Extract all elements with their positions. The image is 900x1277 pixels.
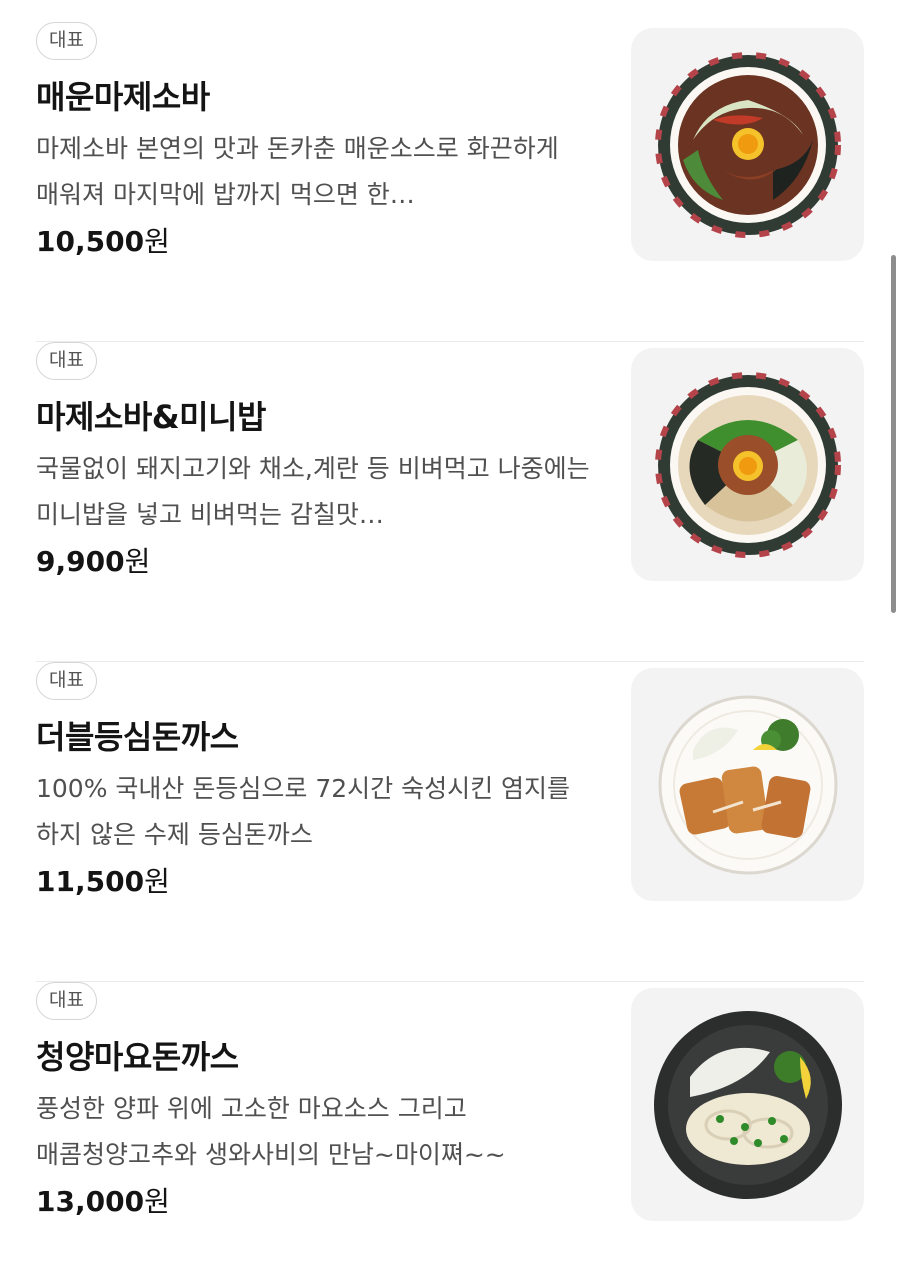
menu-item-price: 10,500원 — [36, 220, 170, 260]
price-amount: 11,500 — [36, 865, 145, 898]
menu-item-description: 국물없이 돼지고기와 채소,계란 등 비벼먹고 나중에는 미니밥을 넣고 비벼먹… — [36, 454, 590, 529]
menu-item[interactable]: 대표 마제소바&미니밥 국물없이 돼지고기와 채소,계란 등 비벼먹고 나중에는… — [36, 342, 864, 662]
mayo-cutlet-plate-icon — [653, 1010, 842, 1199]
menu-item-image[interactable] — [631, 988, 864, 1221]
menu-item-image[interactable] — [631, 28, 864, 261]
menu-item[interactable]: 대표 청양마요돈까스 풍성한 양파 위에 고소한 마요소스 그리고 매콤청양고추… — [36, 982, 864, 1277]
menu-item-price: 13,000원 — [36, 1180, 170, 1220]
menu-item-description: 100% 국내산 돈등심으로 72시간 숙성시킨 염지를 하지 않은 수제 등심… — [36, 774, 571, 849]
price-currency: 원 — [144, 225, 170, 258]
price-currency: 원 — [124, 545, 151, 578]
menu-item-price: 11,500원 — [36, 860, 170, 900]
menu-item-name: 마제소바&미니밥 — [36, 398, 267, 436]
signature-badge: 대표 — [36, 22, 97, 60]
menu-item-image[interactable] — [631, 348, 864, 581]
pork-cutlet-plate-icon — [658, 695, 837, 874]
price-amount: 13,000 — [36, 1185, 145, 1218]
price-currency: 원 — [144, 865, 170, 898]
menu-item[interactable]: 대표 매운마제소바 마제소바 본연의 맛과 돈카춘 매운소스로 화끈하게 매워져… — [36, 22, 864, 342]
menu-item-image[interactable] — [631, 668, 864, 901]
price-currency: 원 — [144, 1185, 170, 1218]
menu-item-description: 마제소바 본연의 맛과 돈카춘 매운소스로 화끈하게 매워져 마지막에 밥까지 … — [36, 134, 559, 209]
spicy-mazesoba-bowl-icon — [654, 51, 841, 238]
menu-item[interactable]: 대표 더블등심돈까스 100% 국내산 돈등심으로 72시간 숙성시킨 염지를 … — [36, 662, 864, 982]
mazesoba-bowl-icon — [654, 371, 841, 558]
price-amount: 9,900 — [36, 545, 125, 578]
menu-item-price: 9,900원 — [36, 540, 150, 580]
menu-item-name: 매운마제소바 — [36, 78, 210, 116]
menu-item-description: 풍성한 양파 위에 고소한 마요소스 그리고 매콤청양고추와 생와사비의 만남~… — [36, 1094, 506, 1169]
scrollbar[interactable] — [890, 0, 898, 1277]
scrollbar-thumb[interactable] — [891, 255, 896, 613]
signature-badge: 대표 — [36, 342, 97, 380]
menu-item-name: 청양마요돈까스 — [36, 1038, 239, 1076]
menu-item-name: 더블등심돈까스 — [36, 718, 239, 756]
price-amount: 10,500 — [36, 225, 145, 258]
signature-badge: 대표 — [36, 662, 97, 700]
signature-badge: 대표 — [36, 982, 97, 1020]
